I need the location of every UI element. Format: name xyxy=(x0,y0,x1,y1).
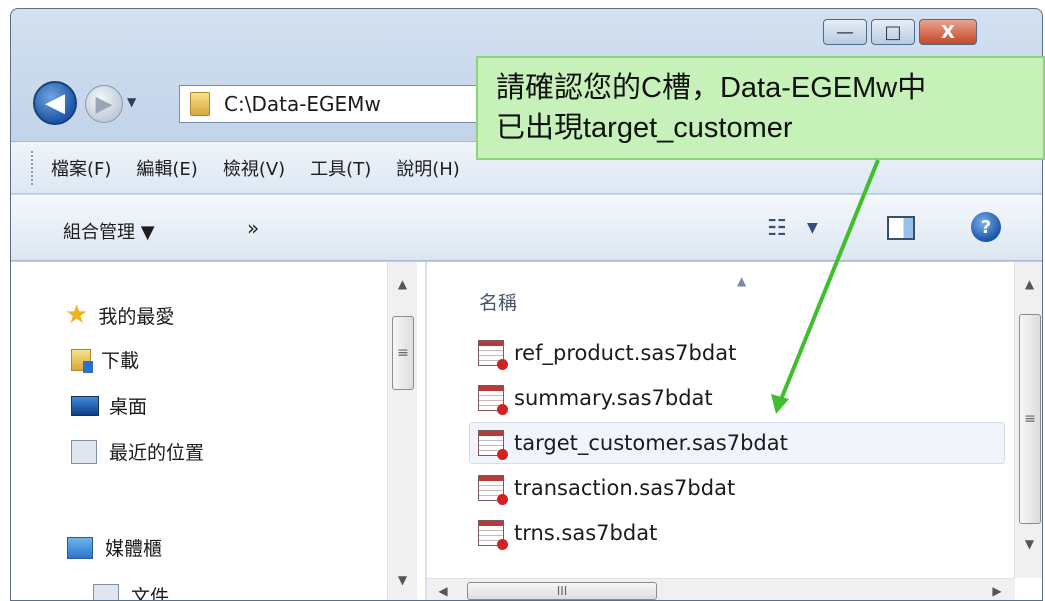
file-row[interactable]: trns.sas7bdat xyxy=(469,512,1005,554)
back-arrow-icon: ◀ xyxy=(45,88,65,118)
sas-dataset-icon xyxy=(478,385,508,415)
file-name: summary.sas7bdat xyxy=(514,386,713,410)
recent-pages-dropdown[interactable]: ▼ xyxy=(127,95,136,109)
sas-dataset-icon xyxy=(478,520,508,550)
scroll-left-arrow-icon[interactable]: ◀ xyxy=(433,577,453,600)
file-list-vertical-scrollbar[interactable]: ▲ ≡ ▼ xyxy=(1014,262,1042,578)
file-name: target_customer.sas7bdat xyxy=(514,431,788,455)
recent-places-icon xyxy=(71,439,97,464)
file-row-selected[interactable]: target_customer.sas7bdat xyxy=(469,422,1005,464)
sas-dataset-icon xyxy=(478,340,508,370)
view-options-dropdown[interactable]: ▼ xyxy=(807,220,818,236)
forward-button[interactable]: ▶ xyxy=(85,85,123,123)
navigation-vertical-scrollbar[interactable]: ▲ ≡ ▼ xyxy=(387,262,417,600)
desktop-icon xyxy=(71,395,99,416)
menubar-grip[interactable] xyxy=(31,150,35,185)
annotation-callout: 請確認您的C槽，Data-EGEMw中 已出現target_customer xyxy=(476,56,1045,160)
address-path: C:\Data-EGEMw xyxy=(224,92,381,116)
scroll-up-arrow-icon[interactable]: ▲ xyxy=(1015,270,1042,298)
sas-dataset-icon xyxy=(478,430,508,460)
library-icon xyxy=(67,536,93,559)
forward-arrow-icon: ▶ xyxy=(95,91,113,117)
navigation-pane: ★ 我的最愛 下載 桌面 最近的位置 媒體櫃 文件 ▲ ≡ ▼ xyxy=(11,262,425,601)
sidebar-item-downloads[interactable]: 下載 xyxy=(71,346,139,373)
downloads-icon xyxy=(71,348,93,373)
callout-line-1: 請確認您的C槽，Data-EGEMw中 xyxy=(496,72,927,104)
sidebar-item-recent-places[interactable]: 最近的位置 xyxy=(71,438,204,465)
help-icon[interactable]: ? xyxy=(971,212,1001,242)
sidebar-item-label: 文件 xyxy=(131,586,170,601)
file-list-horizontal-scrollbar[interactable]: ◀ III ▶ xyxy=(427,577,1015,600)
file-list-pane: ▲ 名稱 ref_product.sas7bdat summary.sas7bd… xyxy=(427,262,1042,600)
minimize-button[interactable]: — xyxy=(823,19,867,45)
close-button[interactable]: X xyxy=(919,19,977,45)
sidebar-item-label: 我的最愛 xyxy=(98,305,175,328)
file-row[interactable]: transaction.sas7bdat xyxy=(469,467,1005,509)
file-name: transaction.sas7bdat xyxy=(514,476,736,500)
sort-ascending-icon: ▲ xyxy=(737,274,747,288)
preview-pane-icon[interactable] xyxy=(887,216,915,240)
maximize-button[interactable]: □ xyxy=(871,19,915,45)
documents-icon xyxy=(93,583,119,600)
sidebar-item-libraries[interactable]: 媒體櫃 xyxy=(67,534,162,561)
menu-edit[interactable]: 編輯(E) xyxy=(136,155,197,181)
scrollbar-thumb[interactable]: III xyxy=(467,582,657,600)
scroll-right-arrow-icon[interactable]: ▶ xyxy=(987,577,1007,600)
scroll-down-arrow-icon[interactable]: ▼ xyxy=(388,566,417,594)
more-commands-button[interactable]: » xyxy=(247,216,259,240)
scroll-up-arrow-icon[interactable]: ▲ xyxy=(388,270,417,298)
menu-help[interactable]: 說明(H) xyxy=(396,155,460,181)
star-icon: ★ xyxy=(65,300,89,330)
folder-icon xyxy=(190,92,210,116)
file-name: trns.sas7bdat xyxy=(514,521,658,545)
menu-tools[interactable]: 工具(T) xyxy=(310,155,371,181)
menu-view[interactable]: 檢視(V) xyxy=(223,155,285,181)
sidebar-item-desktop[interactable]: 桌面 xyxy=(71,392,147,419)
scroll-down-arrow-icon[interactable]: ▼ xyxy=(1015,530,1042,558)
address-bar[interactable]: C:\Data-EGEMw xyxy=(179,85,509,123)
sidebar-item-documents[interactable]: 文件 xyxy=(93,582,170,601)
sidebar-item-favorites[interactable]: ★ 我的最愛 xyxy=(65,300,174,330)
organize-button[interactable]: 組合管理 ▼ xyxy=(63,218,155,244)
sidebar-item-label: 最近的位置 xyxy=(109,442,205,464)
caption-buttons: — □ X xyxy=(819,19,977,45)
sas-dataset-icon xyxy=(478,475,508,505)
sidebar-item-label: 媒體櫃 xyxy=(105,538,163,560)
callout-line-2: 已出現target_customer xyxy=(496,112,793,144)
file-name: ref_product.sas7bdat xyxy=(514,341,737,365)
back-button[interactable]: ◀ xyxy=(33,81,77,125)
scrollbar-thumb[interactable]: ≡ xyxy=(392,316,414,390)
file-row[interactable]: summary.sas7bdat xyxy=(469,377,1005,419)
column-header-name[interactable]: 名稱 xyxy=(479,288,517,315)
command-bar: 組合管理 ▼ » ☷ ▼ ? xyxy=(11,195,1042,261)
list-view-icon[interactable]: ☷ xyxy=(767,216,787,241)
scrollbar-thumb[interactable]: ≡ xyxy=(1019,314,1041,524)
menu-file[interactable]: 檔案(F) xyxy=(51,155,111,181)
sidebar-item-label: 下載 xyxy=(101,350,140,372)
file-row[interactable]: ref_product.sas7bdat xyxy=(469,332,1005,374)
sidebar-item-label: 桌面 xyxy=(109,396,148,418)
